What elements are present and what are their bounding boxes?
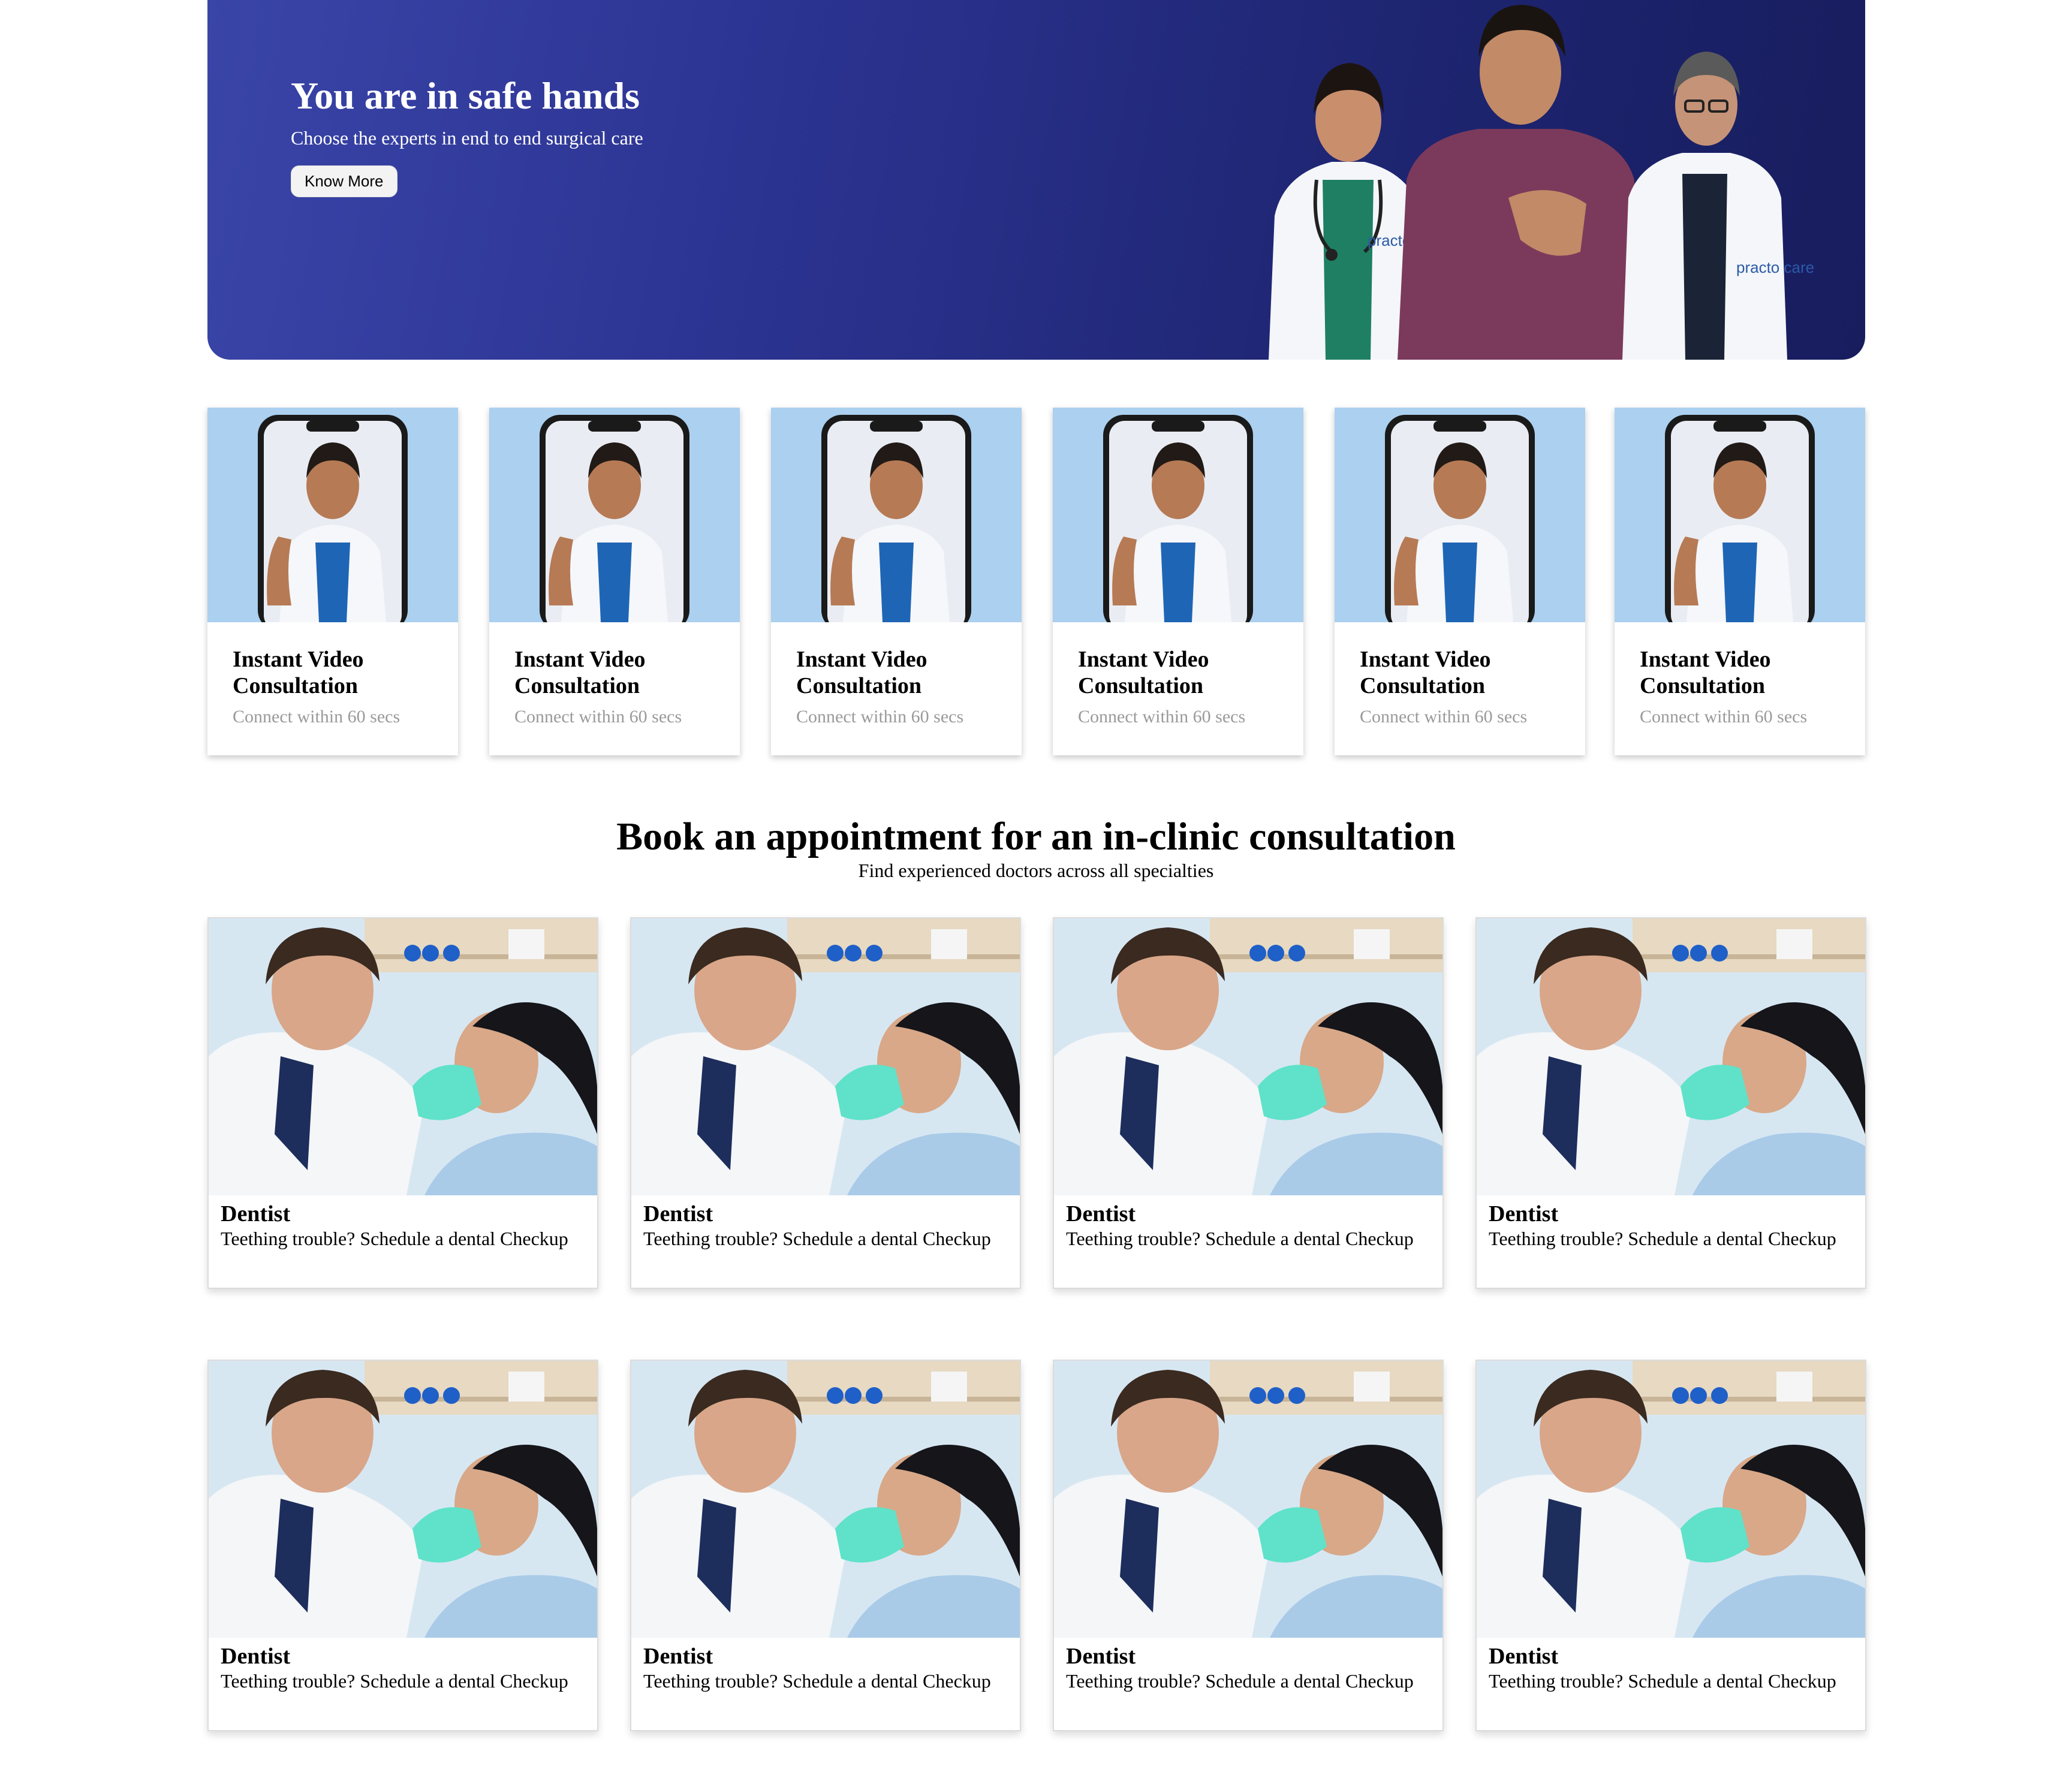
video-consult-subtitle: Connect within 60 secs — [1360, 707, 1528, 727]
video-consult-title: Instant Video Consultation — [796, 647, 927, 698]
svg-text:practo care: practo care — [1736, 258, 1814, 276]
specialty-title: Dentist — [1489, 1201, 1559, 1227]
hero-text: You are in safe hands Choose the experts… — [291, 72, 643, 197]
specialty-subtitle: Teething trouble? Schedule a dental Chec… — [643, 1670, 991, 1692]
dentist-image — [209, 918, 597, 1195]
specialty-subtitle: Teething trouble? Schedule a dental Chec… — [1066, 1228, 1414, 1249]
know-more-button[interactable]: Know More — [291, 165, 397, 197]
dentist-image — [1477, 918, 1865, 1195]
video-consult-image — [489, 408, 740, 622]
hero-banner: You are in safe hands Choose the experts… — [207, 0, 1865, 360]
specialty-title: Dentist — [1066, 1644, 1136, 1669]
video-consult-row: Instant Video Consultation Connect withi… — [207, 408, 1865, 755]
video-consult-image — [771, 408, 1022, 622]
video-consult-subtitle: Connect within 60 secs — [1640, 707, 1808, 727]
section-subtitle: Find experienced doctors across all spec… — [858, 860, 1214, 881]
video-consult-image — [207, 408, 458, 622]
section-title: Book an appointment for an in-clinic con… — [616, 815, 1456, 858]
dentist-image — [631, 918, 1020, 1195]
video-consult-card[interactable]: Instant Video Consultation Connect withi… — [489, 408, 740, 755]
specialty-card[interactable]: Dentist Teething trouble? Schedule a den… — [630, 1360, 1021, 1731]
video-consult-title: Instant Video Consultation — [514, 647, 646, 698]
specialty-subtitle: Teething trouble? Schedule a dental Chec… — [643, 1228, 991, 1249]
specialty-subtitle: Teething trouble? Schedule a dental Chec… — [1489, 1228, 1836, 1249]
video-consult-subtitle: Connect within 60 secs — [514, 707, 682, 727]
video-consult-card[interactable]: Instant Video Consultation Connect withi… — [1053, 408, 1303, 755]
dentist-image — [209, 1361, 597, 1638]
hero-doctors-illustration: practo care practo care — [1269, 5, 1814, 360]
specialty-card[interactable]: Dentist Teething trouble? Schedule a den… — [207, 917, 598, 1289]
video-consult-image — [1615, 408, 1865, 622]
video-consult-title: Instant Video Consultation — [233, 647, 364, 698]
specialty-card[interactable]: Dentist Teething trouble? Schedule a den… — [1053, 1360, 1444, 1731]
video-consult-card[interactable]: Instant Video Consultation Connect withi… — [771, 408, 1022, 755]
video-consult-card[interactable]: Instant Video Consultation Connect withi… — [1615, 408, 1865, 755]
specialty-card[interactable]: Dentist Teething trouble? Schedule a den… — [207, 1360, 598, 1731]
specialty-subtitle: Teething trouble? Schedule a dental Chec… — [221, 1228, 568, 1249]
specialty-title: Dentist — [221, 1644, 291, 1669]
specialty-card[interactable]: Dentist Teething trouble? Schedule a den… — [1475, 917, 1866, 1289]
specialty-title: Dentist — [1489, 1644, 1559, 1669]
video-consult-subtitle: Connect within 60 secs — [233, 707, 400, 727]
dentist-image — [1477, 1361, 1865, 1638]
specialty-subtitle: Teething trouble? Schedule a dental Chec… — [221, 1670, 568, 1692]
dentist-image — [631, 1361, 1020, 1638]
video-consult-title: Instant Video Consultation — [1640, 647, 1771, 698]
video-consult-subtitle: Connect within 60 secs — [1078, 707, 1246, 727]
specialty-title: Dentist — [221, 1201, 291, 1227]
video-consult-card[interactable]: Instant Video Consultation Connect withi… — [1335, 408, 1585, 755]
doctor-man-figure: practo care — [1622, 52, 1814, 360]
specialty-title: Dentist — [643, 1644, 713, 1669]
specialty-card[interactable]: Dentist Teething trouble? Schedule a den… — [1475, 1360, 1866, 1731]
specialty-title: Dentist — [643, 1201, 713, 1227]
specialty-card[interactable]: Dentist Teething trouble? Schedule a den… — [1053, 917, 1444, 1289]
video-consult-subtitle: Connect within 60 secs — [796, 707, 964, 727]
specialty-card[interactable]: Dentist Teething trouble? Schedule a den… — [630, 917, 1021, 1289]
video-consult-image — [1335, 408, 1585, 622]
specialty-title: Dentist — [1066, 1201, 1136, 1227]
dentist-image — [1054, 918, 1442, 1195]
specialty-subtitle: Teething trouble? Schedule a dental Chec… — [1066, 1670, 1414, 1692]
video-consult-title: Instant Video Consultation — [1360, 647, 1491, 698]
video-consult-image — [1053, 408, 1303, 622]
center-man-figure — [1398, 5, 1643, 360]
video-consult-card[interactable]: Instant Video Consultation Connect withi… — [207, 408, 458, 755]
specialty-subtitle: Teething trouble? Schedule a dental Chec… — [1489, 1670, 1836, 1692]
video-consult-title: Instant Video Consultation — [1078, 647, 1209, 698]
hero-subtitle: Choose the experts in end to end surgica… — [291, 127, 643, 149]
dentist-image — [1054, 1361, 1442, 1638]
hero-title: You are in safe hands — [291, 74, 640, 117]
